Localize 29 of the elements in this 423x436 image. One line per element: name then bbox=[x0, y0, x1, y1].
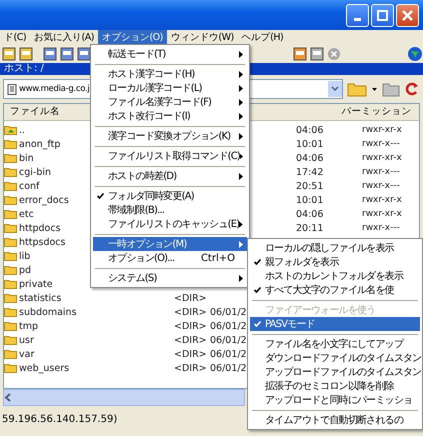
file-time: 04:06 bbox=[296, 208, 324, 220]
file-date: 06/01/2 bbox=[210, 320, 247, 332]
file-date: 06/01/2 bbox=[210, 306, 247, 318]
file-time: 10:01 bbox=[296, 194, 324, 206]
file-time: 04:06 bbox=[296, 152, 324, 164]
file-time: 20:51 bbox=[296, 180, 324, 192]
address-text: www.media-g.co.j bbox=[19, 84, 90, 94]
file-size: <DIR> bbox=[174, 362, 207, 374]
file-permission: rwxr-xr-x bbox=[362, 125, 402, 135]
file-size: <DIR> bbox=[174, 348, 207, 360]
file-date: 06/01/2 bbox=[210, 348, 247, 360]
file-size: <DIR> bbox=[174, 306, 207, 318]
status-text: 59.196.56.140.157.59) bbox=[2, 414, 118, 427]
file-size: <DIR> bbox=[174, 292, 207, 304]
file-permission: rwxr-xr-x bbox=[362, 209, 402, 219]
file-date: 06/01/2 bbox=[210, 362, 247, 374]
file-permission: rwxr-xr-x bbox=[362, 195, 402, 205]
file-date: 06/01/2 bbox=[210, 334, 247, 346]
file-permission: rwxr-x--- bbox=[362, 181, 400, 191]
file-permission: rwxr-xr-x bbox=[362, 153, 402, 163]
file-size: <DIR> bbox=[174, 320, 207, 332]
file-permission: rwxr-x--- bbox=[362, 139, 400, 149]
file-time: 17:42 bbox=[296, 166, 324, 178]
file-time: 20:11 bbox=[296, 222, 324, 234]
file-permission: rwxr-x--- bbox=[362, 223, 400, 233]
file-time: 10:01 bbox=[296, 138, 324, 150]
file-size: <DIR> bbox=[174, 334, 207, 346]
file-time: 04:06 bbox=[296, 124, 324, 136]
file-permission: rwxr-x--- bbox=[362, 167, 400, 177]
